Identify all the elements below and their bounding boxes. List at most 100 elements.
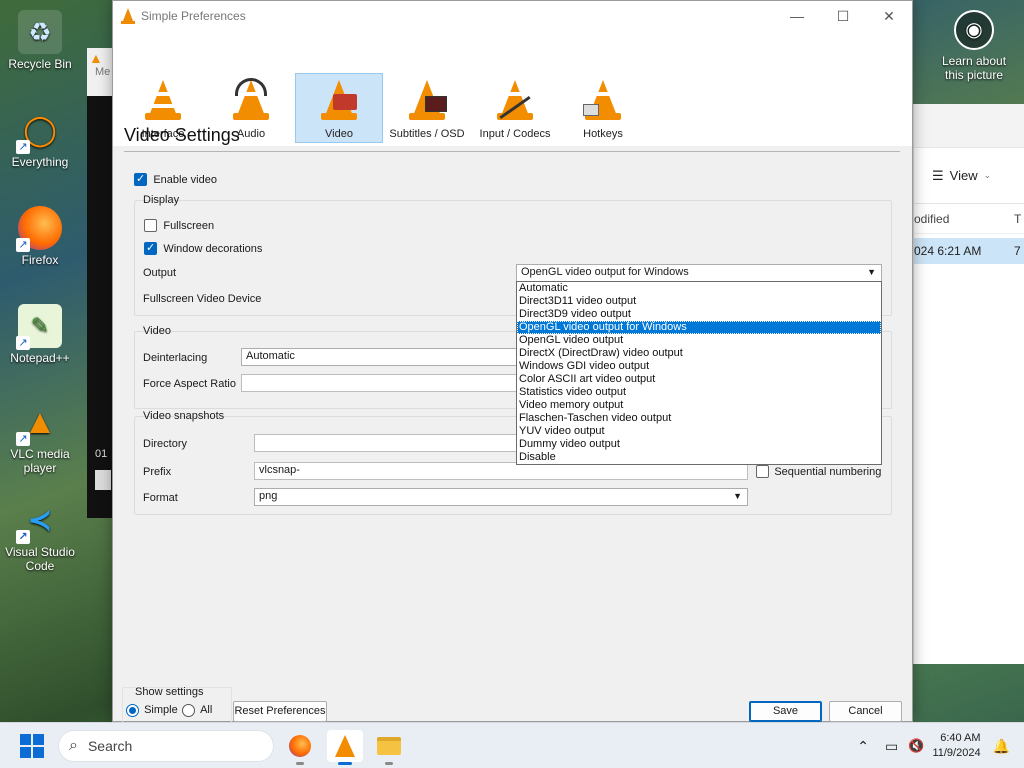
clock-time: 6:40 AM: [940, 732, 981, 744]
shortcut-arrow-icon: ↗: [16, 336, 30, 350]
clock-date: 11/9/2024: [932, 747, 981, 759]
desktop-icon-label: Everything: [11, 155, 69, 169]
desktop-icon-notepadpp[interactable]: ✎ ↗ Notepad++: [4, 304, 76, 365]
page-title: Video Settings: [124, 125, 240, 145]
background-vlc-header: ▲ Me: [87, 48, 113, 96]
desktop-icon-everything[interactable]: ◯ ↗ Everything: [4, 108, 76, 170]
notification-bell-icon[interactable]: 🔔: [993, 738, 1010, 755]
simple-label: Simple: [144, 704, 178, 717]
format-select[interactable]: png ▼: [254, 488, 748, 506]
desktop-icon-label: Recycle Bin: [8, 57, 72, 71]
desktop-icon-firefox[interactable]: ↗ Firefox: [4, 206, 76, 267]
search-icon: ⌕: [69, 737, 78, 754]
chevron-down-icon: ⌄: [983, 170, 992, 180]
explorer-titlebar: [914, 104, 1024, 148]
explorer-toolbar: ☰ View ⌄: [914, 148, 1024, 204]
learn-about-picture-label: Learn about this picture: [941, 54, 1007, 82]
reset-preferences-button[interactable]: Reset Preferences: [233, 701, 327, 722]
output-option[interactable]: Statistics video output: [517, 386, 881, 399]
directory-input[interactable]: [254, 434, 521, 452]
show-settings-simple-radio[interactable]: Simple: [126, 704, 178, 717]
output-option[interactable]: DirectX (DirectDraw) video output: [517, 347, 881, 360]
output-select-value: OpenGL video output for Windows: [521, 266, 689, 278]
desktop-icon-label: Visual Studio Code: [5, 545, 75, 573]
start-button[interactable]: [20, 734, 44, 758]
vlc-cone-icon: ▲ ↗: [16, 400, 62, 446]
save-button[interactable]: Save: [749, 701, 822, 722]
column-type[interactable]: T: [1014, 212, 1021, 226]
taskbar-firefox[interactable]: [282, 730, 318, 765]
network-icon[interactable]: ▭: [885, 738, 898, 755]
output-option[interactable]: Direct3D9 video output: [517, 308, 881, 321]
checkbox-icon: [134, 172, 147, 187]
output-option[interactable]: Dummy video output: [517, 438, 881, 451]
volume-muted-icon[interactable]: 🔇: [908, 738, 924, 754]
cancel-button[interactable]: Cancel: [829, 701, 902, 722]
enable-video-checkbox[interactable]: Enable video: [134, 172, 217, 187]
simple-preferences-dialog: Simple Preferences — ☐ ✕ Interface Audio: [112, 0, 913, 723]
aspect-ratio-input[interactable]: [241, 374, 521, 392]
learn-about-picture[interactable]: ◉ Learn about this picture: [932, 10, 1016, 82]
display-group-label: Display: [143, 194, 180, 206]
maximize-button[interactable]: ☐: [820, 1, 866, 31]
output-option[interactable]: Automatic: [517, 282, 881, 295]
dropdown-arrow-icon: ▼: [733, 491, 742, 501]
checkbox-icon: [144, 219, 157, 233]
output-option[interactable]: OpenGL video output for Windows: [517, 321, 881, 334]
taskbar-clock[interactable]: 6:40 AM 11/9/2024: [932, 731, 980, 761]
background-explorer-window: ☰ View ⌄ odified T 024 6:21 AM 7: [913, 104, 1024, 664]
output-label: Output: [143, 267, 177, 279]
fullscreen-label: Fullscreen: [163, 220, 215, 232]
minimize-button[interactable]: —: [774, 1, 820, 31]
output-option[interactable]: Video memory output: [517, 399, 881, 412]
desktop-icon-vscode[interactable]: ≺ ↗ Visual Studio Code: [4, 498, 76, 574]
desktop-icon-label: Firefox: [21, 253, 59, 267]
vlc-cone-icon: [121, 8, 135, 24]
explorer-column-header: odified T: [914, 204, 1024, 234]
output-dropdown-list[interactable]: Automatic Direct3D11 video output Direct3D…: [516, 281, 882, 465]
output-option[interactable]: Direct3D11 video output: [517, 295, 881, 308]
directory-label: Directory: [143, 438, 188, 450]
aspect-ratio-label: Force Aspect Ratio: [143, 378, 236, 390]
deinterlacing-label: Deinterlacing: [143, 352, 208, 364]
close-button[interactable]: ✕: [866, 1, 912, 31]
view-button[interactable]: View: [950, 168, 978, 183]
checkbox-icon: [144, 241, 157, 256]
desktop-icon-vlc[interactable]: ▲ ↗ VLC media player: [4, 400, 76, 476]
vscode-icon: ≺ ↗: [16, 498, 62, 544]
deinterlacing-value: Automatic: [246, 350, 295, 362]
show-settings-all-radio[interactable]: All: [182, 704, 212, 717]
taskbar-search[interactable]: ⌕ Search: [58, 730, 274, 762]
notepadpp-icon: ✎ ↗: [16, 304, 62, 350]
chevron-up-icon[interactable]: ⌃: [857, 738, 869, 755]
title-divider: [124, 151, 900, 152]
output-option[interactable]: Flaschen-Taschen video output: [517, 412, 881, 425]
firefox-icon: [289, 735, 311, 757]
format-label: Format: [143, 492, 178, 504]
pause-icon[interactable]: [95, 470, 111, 490]
output-option[interactable]: OpenGL video output: [517, 334, 881, 347]
video-settings-panel: Video Settings Enable video Display Full…: [113, 116, 912, 723]
video-snapshots-group-label: Video snapshots: [143, 410, 225, 422]
taskbar-file-explorer[interactable]: [371, 730, 407, 765]
column-date-modified[interactable]: odified: [914, 212, 1014, 226]
explorer-file-row[interactable]: 024 6:21 AM 7: [914, 238, 1024, 264]
file-type: 7: [1014, 244, 1021, 258]
output-option[interactable]: Color ASCII art video output: [517, 373, 881, 386]
fullscreen-checkbox[interactable]: Fullscreen: [144, 218, 215, 233]
output-option[interactable]: YUV video output: [517, 425, 881, 438]
deinterlacing-select[interactable]: Automatic: [241, 348, 521, 366]
taskbar: ⌕ Search ⌃ ▭ 🔇 6:40 AM 11/9/2024 🔔: [0, 722, 1024, 768]
camera-icon: ◉: [954, 10, 994, 50]
everything-icon: ◯ ↗: [16, 108, 62, 154]
desktop-icon-recycle-bin[interactable]: ♻ Recycle Bin: [4, 10, 76, 71]
window-decorations-checkbox[interactable]: Window decorations: [144, 241, 262, 256]
sequential-numbering-checkbox[interactable]: Sequential numbering: [756, 464, 881, 479]
firefox-icon: ↗: [16, 206, 62, 252]
system-tray: ⌃ ▭ 🔇 6:40 AM 11/9/2024 🔔: [857, 723, 1024, 768]
output-option[interactable]: Windows GDI video output: [517, 360, 881, 373]
output-option[interactable]: Disable: [517, 451, 881, 464]
output-select[interactable]: OpenGL video output for Windows ▼: [516, 264, 882, 282]
taskbar-vlc[interactable]: [327, 730, 363, 765]
video-group-label: Video: [143, 325, 171, 337]
